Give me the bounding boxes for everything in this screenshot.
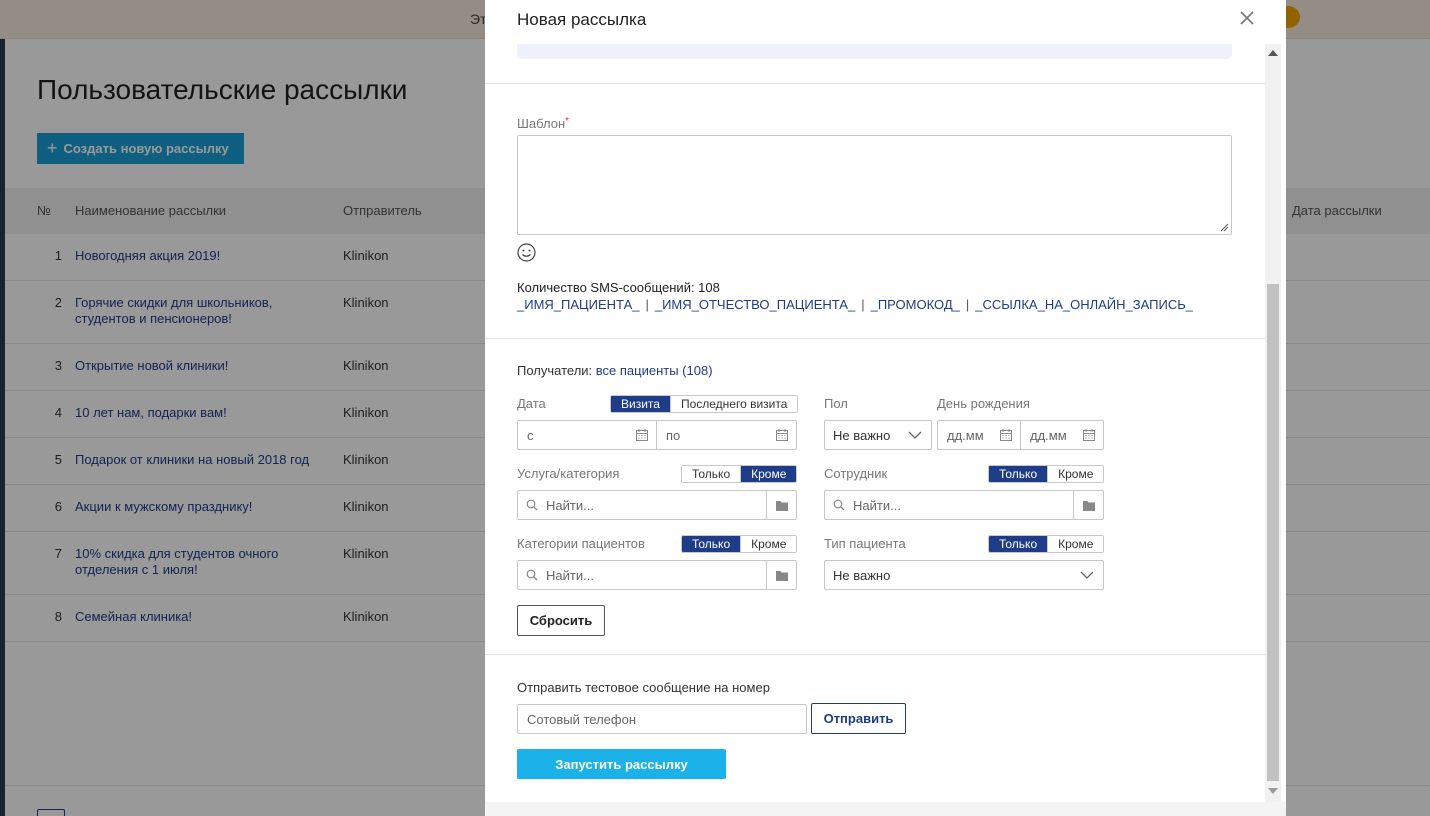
toggle-visit[interactable]: Визита <box>611 396 670 412</box>
date-label: Дата <box>517 396 546 411</box>
variable-separator: | <box>965 297 970 312</box>
sms-count: Количество SMS-сообщений: 108 <box>517 280 720 295</box>
new-mailing-modal: Новая рассылка Шаблон* Количество SMS-со… <box>485 0 1286 816</box>
template-label: Шаблон* <box>517 116 569 131</box>
patient-categories-label: Категории пациентов <box>517 536 645 551</box>
reset-button[interactable]: Сбросить <box>517 605 605 636</box>
variable-patient-name[interactable]: _ИМЯ_ПАЦИЕНТА_ <box>517 297 639 312</box>
toggle-except[interactable]: Кроме <box>1047 466 1104 482</box>
patient-categories-toggle: Только Кроме <box>681 535 798 553</box>
folder-icon <box>775 500 788 511</box>
employee-search[interactable]: Найти... <box>824 490 1104 520</box>
scroll-down-icon[interactable] <box>1268 788 1278 794</box>
resize-grip-icon[interactable] <box>1220 223 1229 232</box>
toggle-only[interactable]: Только <box>682 466 741 482</box>
date-from-field[interactable]: с <box>517 420 657 450</box>
gender-select[interactable]: Не важно <box>824 420 932 450</box>
toggle-except[interactable]: Кроме <box>740 536 797 552</box>
date-to-field[interactable]: по <box>656 420 797 450</box>
close-icon[interactable] <box>1235 6 1259 30</box>
patient-type-toggle: Только Кроме <box>988 535 1105 553</box>
employee-label: Сотрудник <box>824 466 888 481</box>
search-icon <box>526 499 538 511</box>
toggle-last-visit[interactable]: Последнего визита <box>669 396 798 412</box>
phone-input[interactable]: Сотовый телефон <box>517 704 807 734</box>
test-message-label: Отправить тестовое сообщение на номер <box>517 680 770 695</box>
info-panel <box>517 44 1232 59</box>
birthday-to-placeholder: дд.мм <box>1030 427 1067 443</box>
send-test-button[interactable]: Отправить <box>811 703 906 734</box>
patient-categories-search[interactable]: Найти... <box>517 560 797 590</box>
patient-type-label: Тип пациента <box>824 536 906 551</box>
birthday-from-field[interactable]: дд.мм <box>937 420 1021 450</box>
required-mark: * <box>565 116 570 127</box>
employee-toggle: Только Кроме <box>988 465 1105 483</box>
scroll-thumb[interactable] <box>1267 284 1279 781</box>
chevron-down-icon <box>908 431 922 439</box>
recipients-link[interactable]: все пациенты (108) <box>596 363 713 378</box>
modal-scrollbar[interactable] <box>1265 44 1281 802</box>
recipients-label: Получатели: <box>517 363 593 378</box>
folder-button[interactable] <box>1073 491 1103 519</box>
chevron-down-icon <box>1080 571 1094 579</box>
folder-button[interactable] <box>766 491 796 519</box>
variable-online-booking-link[interactable]: _ССЫЛКА_НА_ОНЛАЙН_ЗАПИСЬ_ <box>975 297 1193 312</box>
scroll-up-icon[interactable] <box>1268 50 1278 56</box>
folder-icon <box>775 570 788 581</box>
date-to-placeholder: по <box>666 427 681 443</box>
section-divider <box>485 654 1265 655</box>
calendar-icon <box>776 429 788 441</box>
patient-type-select[interactable]: Не важно <box>824 560 1104 590</box>
phone-placeholder: Сотовый телефон <box>527 711 637 727</box>
launch-mailing-button[interactable]: Запустить рассылку <box>517 749 726 779</box>
recipients-row: Получатели: все пациенты (108) <box>517 363 713 378</box>
birthday-label: День рождения <box>937 396 1030 411</box>
toggle-only[interactable]: Только <box>989 536 1048 552</box>
template-variables: _ИМЯ_ПАЦИЕНТА_ | _ИМЯ_ОТЧЕСТВО_ПАЦИЕНТА_ | _… <box>517 297 1193 312</box>
toggle-only[interactable]: Только <box>682 536 741 552</box>
calendar-icon <box>1083 429 1095 441</box>
search-icon <box>833 499 845 511</box>
template-textarea[interactable] <box>517 135 1232 235</box>
date-type-toggle: Визита Последнего визита <box>610 395 799 413</box>
calendar-icon <box>636 429 648 441</box>
toggle-except[interactable]: Кроме <box>740 466 797 482</box>
calendar-icon <box>1000 429 1012 441</box>
gender-value: Не важно <box>833 427 891 443</box>
search-icon <box>526 569 538 581</box>
toggle-except[interactable]: Кроме <box>1047 536 1104 552</box>
variable-patient-name-patronymic[interactable]: _ИМЯ_ОТЧЕСТВО_ПАЦИЕНТА_ <box>655 297 855 312</box>
modal-header: Новая рассылка <box>485 0 1286 44</box>
service-label: Услуга/категория <box>517 466 620 481</box>
modal-title: Новая рассылка <box>517 10 647 29</box>
birthday-to-field[interactable]: дд.мм <box>1020 420 1104 450</box>
folder-icon <box>1082 500 1095 511</box>
toggle-only[interactable]: Только <box>989 466 1048 482</box>
service-search-placeholder: Найти... <box>546 497 594 513</box>
variable-promocode[interactable]: _ПРОМОКОД_ <box>871 297 960 312</box>
modal-footer <box>485 802 1286 816</box>
date-from-placeholder: с <box>527 427 534 443</box>
service-search[interactable]: Найти... <box>517 490 797 520</box>
birthday-from-placeholder: дд.мм <box>947 427 984 443</box>
section-divider <box>485 83 1265 84</box>
patient-categories-placeholder: Найти... <box>546 567 594 583</box>
modal-body: Шаблон* Количество SMS-сообщений: 108 _И… <box>485 44 1265 802</box>
variable-separator: | <box>861 297 865 312</box>
section-divider <box>485 338 1265 339</box>
folder-button[interactable] <box>766 561 796 589</box>
emoji-icon[interactable] <box>517 243 536 262</box>
variable-separator: | <box>645 297 649 312</box>
patient-type-value: Не важно <box>833 567 891 583</box>
gender-label: Пол <box>824 396 848 411</box>
service-toggle: Только Кроме <box>681 465 798 483</box>
employee-search-placeholder: Найти... <box>853 497 901 513</box>
template-label-text: Шаблон <box>517 116 566 131</box>
